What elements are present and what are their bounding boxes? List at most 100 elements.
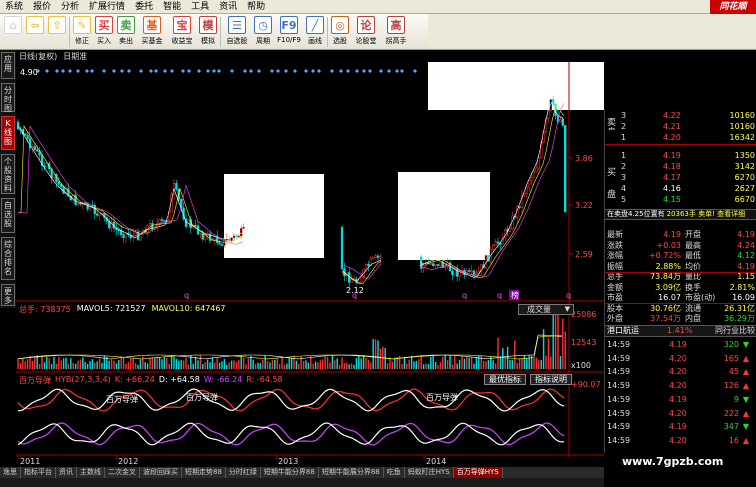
toolbar-button[interactable]: F9 F10/F9: [274, 14, 304, 50]
volume-bar: [324, 356, 326, 369]
candle-body: [153, 227, 156, 230]
volume-bar: [346, 362, 348, 369]
ask-row[interactable]: 3 4.22 10160: [605, 110, 756, 121]
menu-item[interactable]: 帮助: [242, 0, 270, 14]
toolbar-icon: ⇦: [26, 16, 44, 34]
toolbar-button[interactable]: ⇦: [24, 14, 46, 50]
toolbar-button[interactable]: ✎ 修正: [71, 14, 93, 50]
menu-item[interactable]: 资讯: [214, 0, 242, 14]
toolbar-button[interactable]: ◷ 周期: [252, 14, 274, 50]
toolbar-button[interactable]: 基买基金: [137, 14, 167, 50]
left-tab[interactable]: 自选股: [1, 198, 15, 233]
order-volume: 6270: [734, 173, 755, 182]
indicator-tab[interactable]: 二次金叉: [105, 467, 140, 478]
menu-item[interactable]: 扩展行情: [84, 0, 130, 14]
toolbar-button[interactable]: 模模拟: [197, 14, 219, 50]
bid-row[interactable]: 2 4.18 3142: [605, 161, 756, 172]
volume-bar: [331, 355, 334, 369]
stat-key: 开盘: [685, 230, 701, 239]
toolbar-button[interactable]: ⇧: [46, 14, 68, 50]
menu-item[interactable]: 报价: [28, 0, 56, 14]
toolbar-button[interactable]: 高拐高手: [381, 14, 411, 50]
left-tab[interactable]: 应用: [1, 52, 15, 79]
menu-item[interactable]: 工具: [186, 0, 214, 14]
price-axis-label: 3.86: [575, 154, 593, 163]
stat-key: 外盘: [607, 314, 623, 323]
event-marker[interactable]: q: [566, 291, 571, 300]
indicator-tab[interactable]: 百万导弹HYS: [453, 467, 503, 478]
ask-row[interactable]: 2 4.21 10160: [605, 121, 756, 132]
menu-item[interactable]: 系统: [0, 0, 28, 14]
candle-body: [535, 167, 538, 173]
menu-item[interactable]: 智能: [158, 0, 186, 14]
industry-compare-link[interactable]: 同行业比较: [715, 326, 755, 336]
toolbar-button[interactable]: 论论股堂: [351, 14, 381, 50]
indicator-tab[interactable]: 资讯: [56, 467, 77, 478]
indicator-tab[interactable]: 指标平台: [21, 467, 56, 478]
indicator-tab[interactable]: 短期牛能分界88: [261, 467, 319, 478]
indicator-tab[interactable]: 短期牛能展分界88: [319, 467, 384, 478]
volume-bar: [562, 318, 564, 369]
left-tab[interactable]: 综合排名: [1, 237, 15, 280]
indicator-name[interactable]: 百万导弹: [19, 375, 51, 386]
sector-header[interactable]: 港口航运 1.41% 同行业比较: [605, 325, 756, 337]
indicator-tab[interactable]: 分时红绿: [226, 467, 261, 478]
indicator-tab[interactable]: 吃鱼: [384, 467, 405, 478]
event-marker[interactable]: q: [462, 291, 467, 300]
toolbar-button[interactable]: ⌂: [2, 14, 24, 50]
indicator-tab[interactable]: 主数线: [77, 467, 105, 478]
order-alert[interactable]: 在卖盘4.25位置有 20363手 卖单! 查看详细: [605, 209, 756, 220]
menu-item[interactable]: 委托: [130, 0, 158, 14]
menu-item[interactable]: 分析: [56, 0, 84, 14]
stat-key: 均价: [685, 261, 701, 271]
left-tab[interactable]: 更多: [1, 284, 15, 306]
indicator-help-button[interactable]: 指标说明: [530, 374, 572, 385]
candle-body: [564, 125, 567, 213]
volume-bar: [410, 356, 413, 369]
event-marker[interactable]: q: [184, 291, 189, 300]
toolbar-button[interactable]: ╱ 画线: [304, 14, 326, 50]
candle-body: [201, 233, 204, 240]
optimize-indicator-button[interactable]: 最优指标: [484, 374, 526, 385]
event-marker[interactable]: q: [497, 291, 502, 300]
bid-row[interactable]: 3 4.17 6270: [605, 172, 756, 183]
ask-row[interactable]: 1 4.20 16342: [605, 132, 756, 143]
left-tab[interactable]: 分时图: [1, 83, 15, 113]
volume-bar: [62, 358, 65, 369]
bid-row[interactable]: 4 4.16 2627: [605, 183, 756, 194]
toolbar-button[interactable]: 宝收益宝: [167, 14, 197, 50]
candle-body: [84, 202, 87, 204]
volume-indicator-dropdown[interactable]: 成交量 ▼: [518, 304, 574, 315]
indicator-tab[interactable]: 蚂蚁盯庄HYS: [405, 467, 454, 478]
toolbar-button[interactable]: ◎ 选股: [329, 14, 351, 50]
stat-key: 最高: [685, 240, 701, 250]
bid-row[interactable]: 5 4.15 6670: [605, 194, 756, 205]
volume-bar: [170, 355, 173, 369]
kline-chart[interactable]: 3.863.222.594.902.12q q q q 榜 q 2508612543x10…: [16, 62, 604, 467]
volume-bar: [444, 355, 446, 369]
volume-bar: [394, 357, 396, 369]
candle-body: [458, 271, 461, 277]
candle-body: [432, 263, 435, 266]
event-marker[interactable]: 榜: [509, 290, 519, 300]
indicator-tab[interactable]: 短期走势88: [182, 467, 226, 478]
candle-body: [508, 228, 512, 232]
indicator-summary: 百万导弹 HYB(27,3,3,4) K: +66.24 D: +64.58 W…: [19, 375, 283, 386]
event-marker[interactable]: q: [352, 291, 357, 300]
chart-period-label[interactable]: 日线(复权): [19, 51, 57, 62]
bid-row[interactable]: 1 4.19 1350: [605, 150, 756, 161]
volume-bar: [187, 364, 190, 369]
stat-key: 涨跌: [607, 240, 623, 250]
indicator-tab[interactable]: 逸思: [0, 467, 21, 478]
left-tab[interactable]: K线图: [1, 116, 15, 150]
candle-body: [496, 241, 500, 244]
tick-time: 14:59: [607, 340, 631, 349]
toolbar-button[interactable]: 卖卖出: [115, 14, 137, 50]
left-tab[interactable]: 个股资料: [1, 154, 15, 194]
toolbar-button[interactable]: ☰ 自选股: [222, 14, 252, 50]
volume-bar: [142, 356, 144, 369]
candle-body: [148, 223, 152, 226]
indicator-tab[interactable]: 波段回踩买: [140, 467, 182, 478]
volume-bar: [202, 364, 204, 369]
toolbar-button[interactable]: 买买入: [93, 14, 115, 50]
